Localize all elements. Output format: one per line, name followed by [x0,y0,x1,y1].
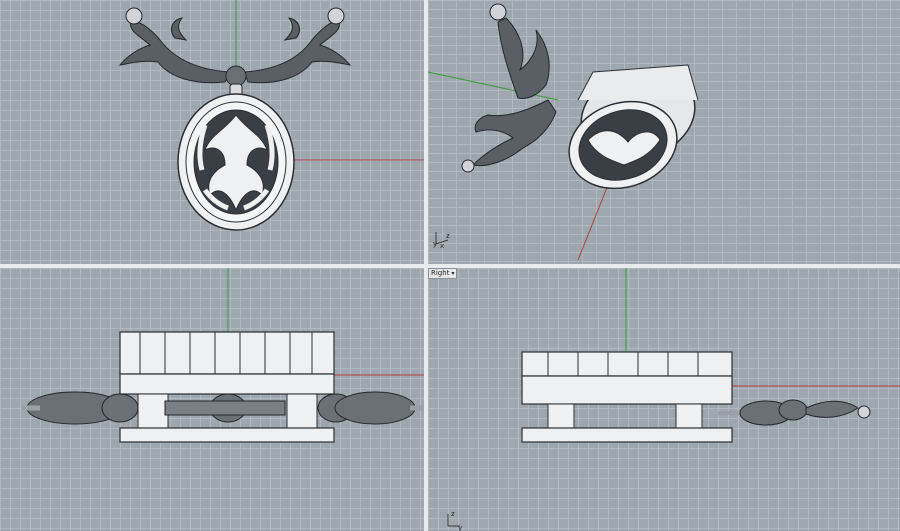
viewport-top[interactable] [0,0,424,264]
front-view-canvas [22,268,424,443]
chevron-down-icon[interactable]: ▾ [451,270,454,277]
locket-side [521,351,733,443]
locket-disc-perspective [568,64,699,190]
bail-filigree-left [118,7,231,84]
bail-filigree [461,3,557,173]
right-view-canvas: z y [447,268,900,531]
axis-x-label: x [440,242,444,250]
axis-z-label: z [446,232,450,240]
axis-y-label: y [458,524,462,531]
horizontal-splitter[interactable] [0,264,900,268]
viewport-title-right[interactable]: Right ▾ [428,268,458,279]
bail-side-right [718,399,871,426]
viewport-right[interactable]: z y Right ▾ [428,268,900,531]
bail-filigree-right [243,7,352,84]
axis-widget-right: z y [447,510,462,531]
viewport-front[interactable] [0,268,424,531]
viewport-perspective[interactable]: y x z [428,0,900,264]
perspective-view-canvas: y x z [428,3,699,261]
viewport-title-text: Right [431,269,450,277]
top-view-canvas [118,0,424,231]
bail-side-front [22,391,424,425]
locket-front [119,331,335,443]
oval-locket-top [177,93,295,231]
axis-widget-perspective: y x z [433,232,450,250]
axis-y-label: y [433,240,437,248]
x-axis-line [577,184,609,261]
bail-knot [225,65,247,87]
axis-z-label: z [451,510,455,518]
